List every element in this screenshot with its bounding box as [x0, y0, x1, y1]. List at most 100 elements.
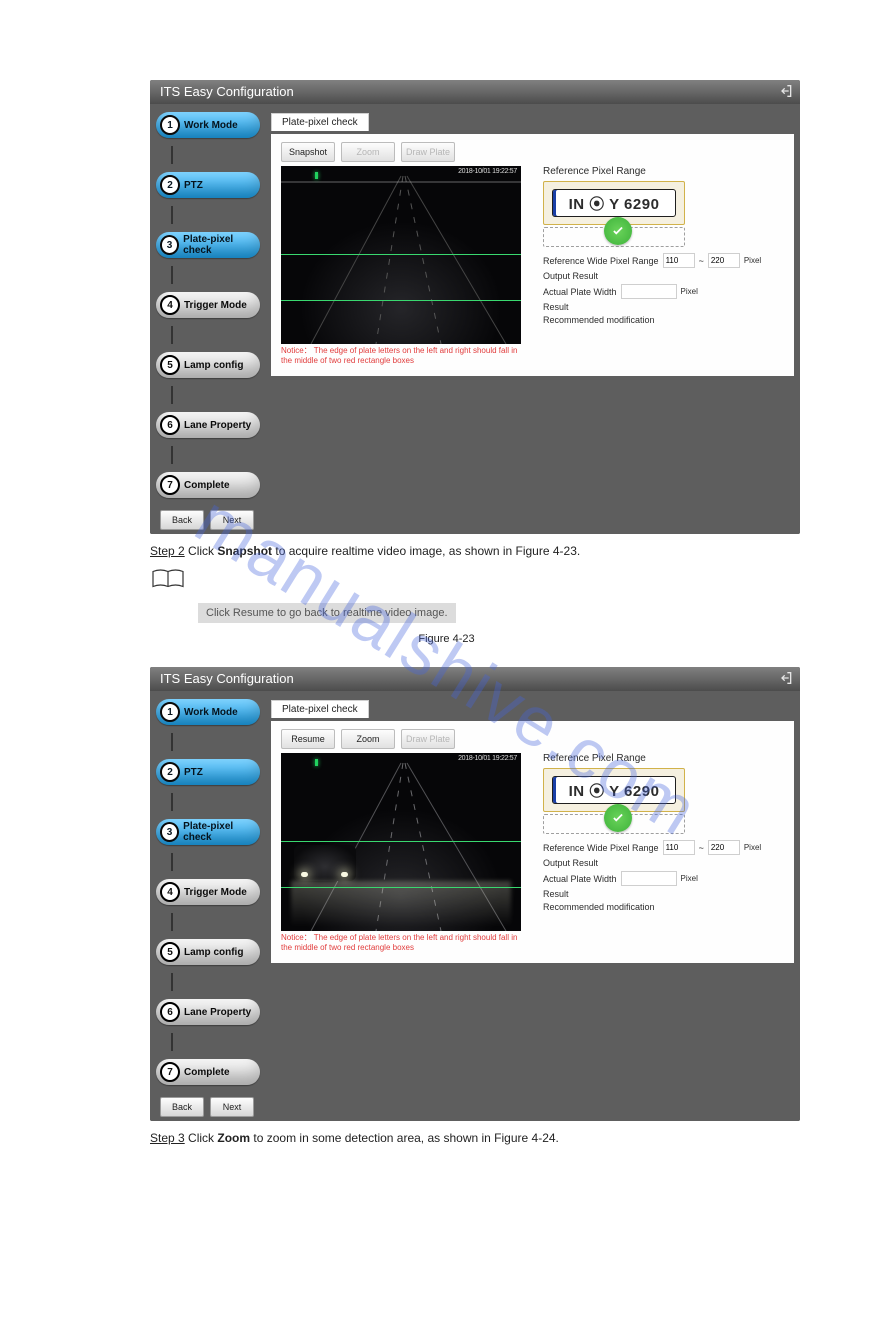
step-complete[interactable]: 7Complete	[156, 1059, 260, 1085]
step-2-instruction: Step 2 Click Snapshot to acquire realtim…	[150, 544, 743, 558]
step-number: 7	[160, 475, 180, 495]
wizard-footer: Back Next	[150, 1093, 800, 1121]
app-titlebar: ITS Easy Configuration	[150, 80, 800, 104]
tab-plate-pixel-check[interactable]: Plate-pixel check	[271, 700, 369, 718]
wizard-sidebar: 1Work Mode 2 PTZ 3Plate-pixel check 4Trig…	[150, 104, 271, 506]
step-trigger-mode[interactable]: 4Trigger Mode	[156, 879, 260, 905]
calibration-line	[281, 254, 521, 255]
step-label: PTZ	[184, 180, 203, 191]
step-connector	[171, 733, 173, 751]
actual-width-label: Actual Plate Width	[543, 874, 617, 884]
snapshot-button[interactable]: Snapshot	[281, 142, 335, 162]
step-label: Complete	[184, 1067, 230, 1078]
unit-label: Pixel	[681, 287, 698, 296]
step-connector	[171, 206, 173, 224]
ref-wide-max-input[interactable]	[708, 253, 740, 268]
step-2-tail: to acquire realtime video image, as show…	[272, 544, 580, 558]
main-panel: Plate-pixel check Snapshot Zoom Draw Pla…	[271, 104, 800, 506]
next-button[interactable]: Next	[210, 1097, 254, 1117]
actual-width-input[interactable]	[621, 284, 677, 299]
step-connector	[171, 326, 173, 344]
ref-wide-min-input[interactable]	[663, 253, 695, 268]
output-result-label: Output Result	[543, 271, 598, 281]
step-complete[interactable]: 7Complete	[156, 472, 260, 498]
wizard-footer: Back Next	[150, 506, 800, 534]
actual-width-input[interactable]	[621, 871, 677, 886]
plate-number: IN ⦿ Y 6290	[552, 189, 676, 217]
step-plate-pixel[interactable]: 3Plate-pixel check	[156, 232, 260, 258]
draw-plate-button[interactable]: Draw Plate	[401, 142, 455, 162]
unit-label: Pixel	[744, 843, 761, 852]
ref-wide-min-input[interactable]	[663, 840, 695, 855]
step-ptz[interactable]: 2PTZ	[156, 759, 260, 785]
video-snapshot: 2018-10/01 19:22:57	[281, 753, 521, 931]
wizard-sidebar: 1Work Mode 2PTZ 3Plate-pixel check 4Trig…	[150, 691, 271, 1093]
step-lane-property[interactable]: 6Lane Property	[156, 999, 260, 1025]
actual-width-label: Actual Plate Width	[543, 287, 617, 297]
step-3-body: Click	[185, 1131, 218, 1145]
step-2-bold: Snapshot	[217, 544, 272, 558]
step-plate-pixel[interactable]: 3Plate-pixel check	[156, 819, 260, 845]
exit-icon[interactable]	[778, 670, 794, 694]
recommended-label: Recommended modification	[543, 902, 655, 912]
resume-button[interactable]: Resume	[281, 729, 335, 749]
app-title: ITS Easy Configuration	[160, 671, 294, 686]
check-icon	[604, 217, 632, 245]
note-icon	[150, 566, 186, 597]
step-label: Lamp config	[184, 947, 243, 958]
ref-wide-max-input[interactable]	[708, 840, 740, 855]
step-lamp-config[interactable]: 5 Lamp config	[156, 939, 260, 965]
video-preview: 2018-10/01 19:22:57	[281, 166, 521, 344]
step-number: 5	[160, 942, 180, 962]
step-connector	[171, 853, 173, 871]
main-panel: Plate-pixel check Resume Zoom Draw Plate	[271, 691, 800, 1093]
step-connector	[171, 386, 173, 404]
step-lane-property[interactable]: 6Lane Property	[156, 412, 260, 438]
tab-plate-pixel-check[interactable]: Plate-pixel check	[271, 113, 369, 131]
step-connector	[171, 1033, 173, 1051]
step-label: Lamp config	[184, 360, 243, 371]
calibration-line	[281, 887, 521, 888]
pixel-check-form: Reference Pixel Range IN ⦿ Y 6290 Refere	[543, 166, 784, 366]
back-button[interactable]: Back	[160, 510, 204, 530]
step-2-body: Click	[185, 544, 218, 558]
step-connector	[171, 266, 173, 284]
exit-icon[interactable]	[778, 83, 794, 107]
step-label: PTZ	[184, 767, 203, 778]
ref-pixel-range-label: Reference Pixel Range	[543, 753, 784, 764]
step-work-mode[interactable]: 1Work Mode	[156, 699, 260, 725]
step-number: 1	[160, 702, 180, 722]
range-separator: ~	[699, 843, 704, 853]
traffic-light-icon	[315, 172, 318, 179]
zoom-button[interactable]: Zoom	[341, 729, 395, 749]
pixel-check-form: Reference Pixel Range IN ⦿ Y 6290 Refere	[543, 753, 784, 953]
step-label: Lane Property	[184, 420, 251, 431]
step-number: 2	[160, 175, 180, 195]
draw-plate-button[interactable]: Draw Plate	[401, 729, 455, 749]
step-ptz[interactable]: 2 PTZ	[156, 172, 260, 198]
result-label: Result	[543, 889, 569, 899]
unit-label: Pixel	[681, 874, 698, 883]
step-label: Plate-pixel check	[183, 821, 260, 843]
step-connector	[171, 446, 173, 464]
next-button[interactable]: Next	[210, 510, 254, 530]
step-work-mode[interactable]: 1Work Mode	[156, 112, 260, 138]
video-timestamp: 2018-10/01 19:22:57	[458, 168, 517, 175]
calibration-line	[281, 841, 521, 842]
overlap-indicator	[543, 227, 685, 247]
step-label: Plate-pixel check	[183, 234, 260, 256]
screenshot-plate-pixel-2: ITS Easy Configuration 1Work Mode 2PTZ 3…	[150, 667, 800, 1121]
step-trigger-mode[interactable]: 4Trigger Mode	[156, 292, 260, 318]
screenshot-plate-pixel-1: ITS Easy Configuration 1Work Mode 2 PTZ 3…	[150, 80, 800, 534]
step-number: 4	[160, 295, 180, 315]
content-card: Resume Zoom Draw Plate	[271, 721, 794, 963]
back-button[interactable]: Back	[160, 1097, 204, 1117]
app-title: ITS Easy Configuration	[160, 84, 294, 99]
step-lamp-config[interactable]: 5 Lamp config	[156, 352, 260, 378]
zoom-button[interactable]: Zoom	[341, 142, 395, 162]
unit-label: Pixel	[744, 256, 761, 265]
notice-text: Notice： The edge of plate letters on the…	[281, 933, 527, 953]
result-label: Result	[543, 302, 569, 312]
step-number: 5	[160, 355, 180, 375]
ref-wide-label: Reference Wide Pixel Range	[543, 256, 659, 266]
